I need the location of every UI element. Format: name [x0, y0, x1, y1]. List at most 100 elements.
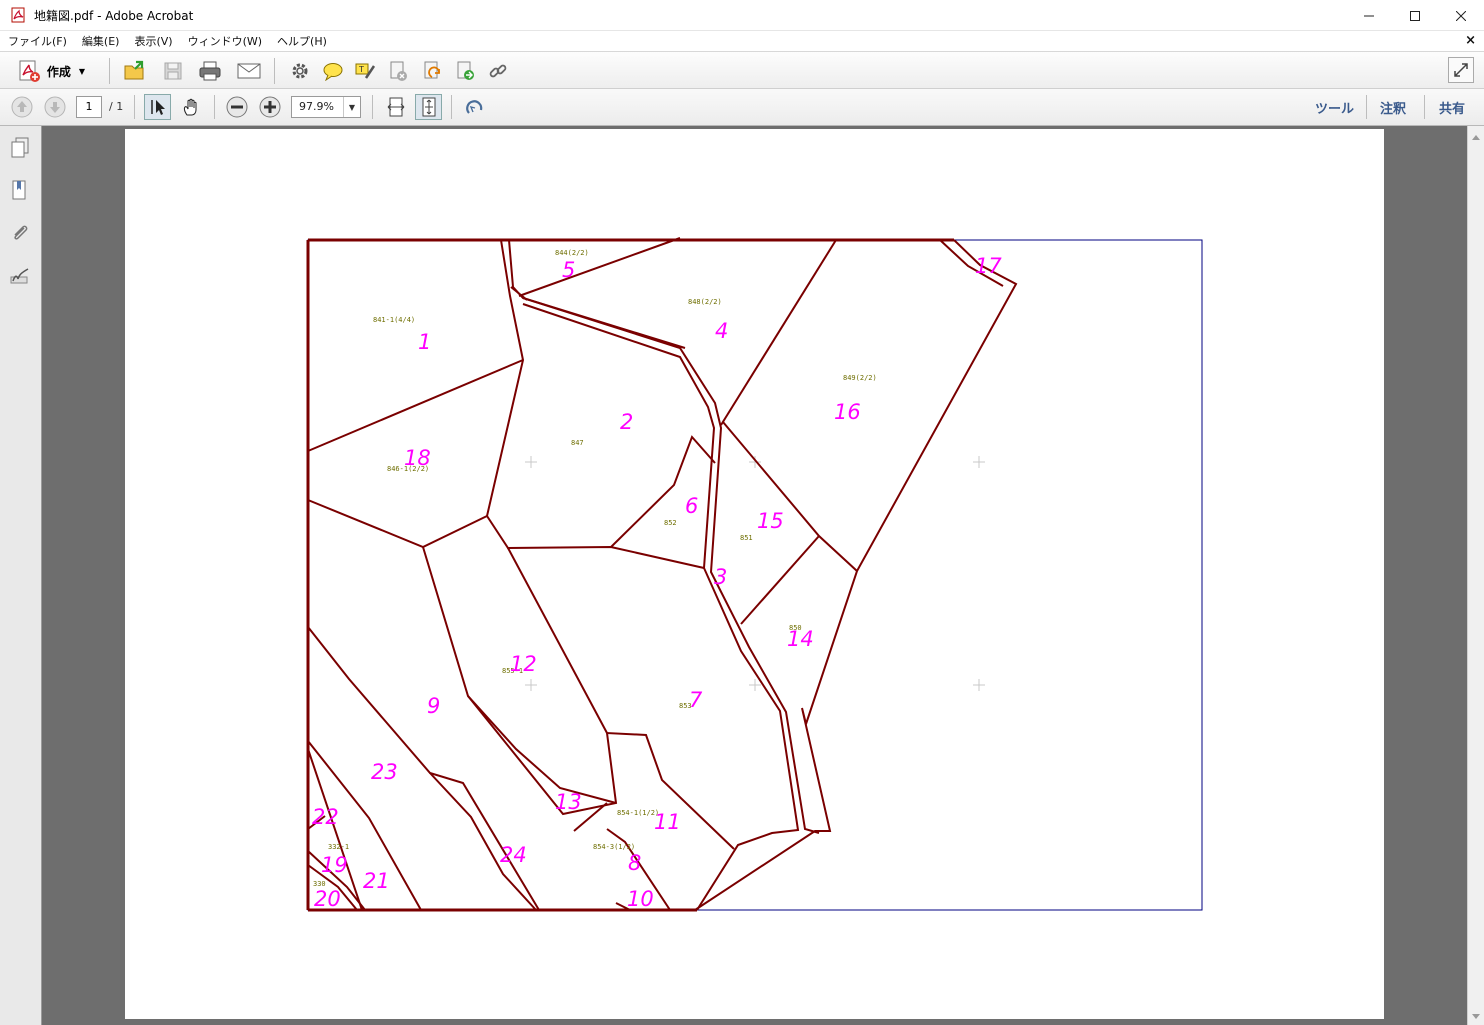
page-export-icon — [457, 61, 474, 80]
chevron-down-icon[interactable]: ▼ — [343, 97, 360, 117]
share-panel-link[interactable]: 共有 — [1439, 98, 1465, 117]
lot-label: 844(2/2) — [555, 249, 589, 257]
print-button[interactable] — [196, 57, 224, 85]
speech-bubble-icon — [323, 63, 343, 81]
parcel-number: 9 — [427, 694, 440, 718]
bookmark-icon[interactable] — [9, 179, 31, 201]
page-number-input[interactable]: 1 — [76, 96, 102, 118]
menu-file[interactable]: ファイル(F) — [0, 33, 74, 49]
minimize-button[interactable] — [1346, 0, 1392, 31]
fit-width-button[interactable] — [382, 94, 409, 120]
menu-help[interactable]: ヘルプ(H) — [269, 33, 334, 49]
parcel-number: 20 — [314, 887, 341, 911]
open-button[interactable] — [121, 57, 149, 85]
parcel-number: 24 — [500, 843, 527, 867]
maximize-icon — [1410, 10, 1420, 21]
export-page-button[interactable] — [451, 57, 479, 85]
select-tool-button[interactable] — [144, 94, 171, 120]
zoom-value: 97.9% — [299, 100, 334, 113]
zoom-in-button[interactable] — [258, 95, 282, 119]
signature-icon[interactable] — [9, 265, 31, 287]
email-button[interactable] — [234, 57, 264, 85]
full-screen-button[interactable] — [1448, 57, 1474, 83]
highlight-text-button[interactable]: T — [351, 57, 379, 85]
maximize-button[interactable] — [1392, 0, 1438, 31]
parcel-number: 10 — [627, 887, 654, 911]
map-frame — [307, 239, 1203, 911]
delete-page-button[interactable] — [384, 57, 412, 85]
cadastral-map: 844(2/2) 841-1(4/4) 848(2/2) 849(2/2) 84… — [306, 237, 1203, 912]
parcel-number: 15 — [757, 509, 784, 533]
close-window-button[interactable] — [1438, 0, 1484, 31]
menu-window[interactable]: ウィンドウ(W) — [180, 33, 269, 49]
menu-view[interactable]: 表示(V) — [126, 33, 179, 49]
read-mode-button[interactable] — [461, 94, 488, 120]
attachment-paperclip-icon[interactable] — [9, 222, 31, 244]
fit-page-button[interactable] — [415, 94, 442, 120]
page-delete-icon — [390, 61, 407, 81]
create-button[interactable]: 作成 ▼ — [10, 57, 92, 85]
open-folder-icon — [124, 60, 144, 80]
create-pdf-icon — [19, 60, 40, 82]
page-rotate-icon — [424, 61, 440, 79]
parcel-number: 22 — [312, 805, 339, 829]
close-icon — [1456, 10, 1466, 21]
hand-tool-button[interactable] — [177, 94, 204, 120]
rotate-page-button[interactable] — [418, 57, 446, 85]
parcel-number: 13 — [555, 790, 582, 814]
tools-panel-link[interactable]: ツール — [1315, 98, 1354, 117]
page-thumbnails-icon[interactable] — [9, 136, 31, 158]
highlighter-icon: T — [355, 63, 376, 79]
arrow-down-circle-icon — [44, 96, 66, 118]
svg-text:T: T — [358, 65, 364, 74]
arrow-up-circle-icon — [11, 96, 33, 118]
scroll-up-icon[interactable] — [1472, 135, 1480, 140]
vertical-scrollbar[interactable] — [1467, 126, 1484, 1025]
save-button[interactable] — [159, 57, 187, 85]
scroll-down-icon[interactable] — [1472, 1014, 1480, 1019]
pdf-file-icon — [10, 7, 26, 23]
lot-label: 848(2/2) — [688, 298, 722, 306]
parcel-number: 6 — [685, 494, 698, 518]
lot-label: 332-1 — [328, 843, 349, 851]
lot-label: 841-1(4/4) — [373, 316, 415, 324]
lot-label: 854-3(1/2) — [593, 843, 635, 851]
parcel-number: 18 — [404, 446, 431, 470]
lot-label: 852 — [664, 519, 677, 527]
parcel-number: 11 — [654, 810, 681, 834]
link-button[interactable] — [484, 57, 512, 85]
parcel-number: 7 — [689, 688, 703, 712]
printer-icon — [199, 61, 221, 81]
pdf-page: 844(2/2) 841-1(4/4) 848(2/2) 849(2/2) 84… — [125, 129, 1384, 1019]
main-toolbar: 作成 ▼ T — [0, 51, 1484, 89]
menu-bar: ファイル(F) 編集(E) 表示(V) ウィンドウ(W) ヘルプ(H) × — [0, 31, 1484, 51]
navigation-toolbar: 1 / 1 97.9% ▼ ツール 注釈 共有 — [0, 89, 1484, 126]
create-label: 作成 — [46, 64, 71, 79]
menu-edit[interactable]: 編集(E) — [74, 33, 127, 49]
settings-button[interactable] — [286, 57, 314, 85]
chain-link-icon — [489, 64, 507, 78]
parcel-number: 1 — [418, 330, 431, 354]
next-page-button[interactable] — [43, 95, 67, 119]
zoom-select[interactable]: 97.9% ▼ — [291, 96, 361, 118]
fit-width-icon — [387, 97, 404, 117]
parcel-number: 5 — [562, 258, 575, 282]
window-title: 地籍図.pdf - Adobe Acrobat — [34, 8, 194, 23]
minimize-icon — [1364, 15, 1374, 16]
parcel-number: 14 — [787, 627, 814, 651]
comment-panel-link[interactable]: 注釈 — [1380, 98, 1406, 117]
zoom-in-icon — [259, 96, 281, 118]
comment-button[interactable] — [319, 57, 347, 85]
fit-page-icon — [422, 97, 435, 117]
navigation-pane — [0, 126, 42, 1025]
parcel-numbers: 1 2 3 4 5 6 7 8 9 10 11 12 13 14 15 16 1… — [312, 254, 1002, 911]
document-view[interactable]: 844(2/2) 841-1(4/4) 848(2/2) 849(2/2) 84… — [42, 126, 1467, 1025]
close-document-button[interactable]: × — [1465, 33, 1476, 48]
parcel-number: 12 — [510, 652, 537, 676]
zoom-out-icon — [226, 96, 248, 118]
parcel-number: 16 — [834, 400, 861, 424]
gear-icon — [292, 63, 308, 79]
previous-page-button[interactable] — [10, 95, 34, 119]
zoom-out-button[interactable] — [225, 95, 249, 119]
chevron-down-icon: ▼ — [78, 66, 86, 76]
